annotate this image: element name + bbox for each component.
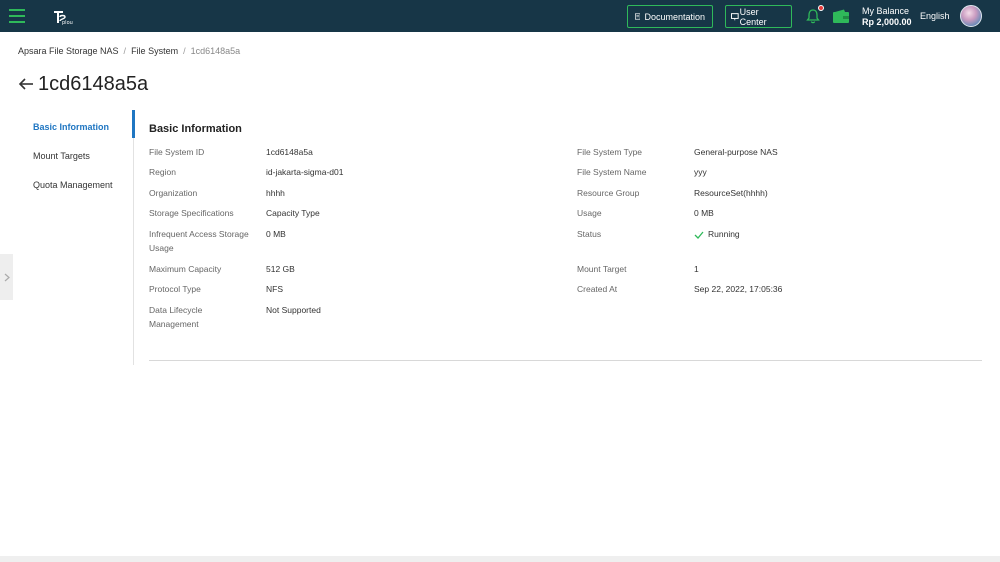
nav-item-quota-management[interactable]: Quota Management [33, 180, 113, 190]
field-label-file-system-type: File System Type [577, 147, 643, 157]
section-divider [149, 360, 982, 361]
field-value-infrequent-access-usage: 0 MB [266, 229, 286, 239]
expand-panel-handle[interactable] [0, 254, 13, 300]
field-label-protocol-type: Protocol Type [149, 284, 201, 294]
breadcrumb-item-file-system[interactable]: File System [131, 46, 178, 56]
nav-item-basic-information[interactable]: Basic Information [33, 122, 109, 132]
footer-strip [0, 556, 1000, 562]
status-text: Running [708, 229, 740, 239]
field-label-storage-specifications: Storage Specifications [149, 208, 234, 218]
balance-value: Rp 2,000.00 [862, 17, 912, 27]
field-label-organization: Organization [149, 188, 198, 198]
field-value-created-at: Sep 22, 2022, 17:05:36 [694, 284, 783, 294]
balance-display[interactable]: My Balance Rp 2,000.00 [862, 6, 912, 28]
menu-icon[interactable] [9, 9, 25, 23]
user-center-label: User Center [739, 6, 767, 27]
page-title: 1cd6148a5a [38, 73, 149, 95]
notification-badge [818, 5, 824, 11]
field-value-file-system-name: yyy [694, 167, 707, 177]
field-value-status: Running [694, 227, 740, 241]
field-label-data-lifecycle-management: Data Lifecycle Management [149, 305, 203, 329]
active-indicator [132, 110, 135, 138]
side-nav-divider [133, 110, 134, 365]
check-icon [694, 231, 704, 239]
top-bar: plou Documentation User Center My Balanc… [0, 0, 1000, 32]
breadcrumb-item-current: 1cd6148a5a [190, 46, 241, 56]
svg-text:plou: plou [62, 20, 73, 26]
wallet-icon[interactable] [832, 9, 850, 24]
field-value-file-system-id: 1cd6148a5a [266, 147, 313, 157]
field-label-mount-target: Mount Target [577, 264, 627, 274]
language-selector[interactable]: English [920, 11, 950, 21]
field-value-usage: 0 MB [694, 208, 714, 218]
breadcrumb-separator: / [183, 46, 186, 56]
field-value-organization: hhhh [266, 188, 285, 198]
field-label-resource-group: Resource Group [577, 188, 640, 198]
document-icon [635, 13, 641, 20]
field-label-infrequent-access-usage: Infrequent Access Storage Usage [149, 229, 249, 253]
chevron-right-icon [4, 273, 10, 281]
documentation-label: Documentation [644, 11, 705, 22]
breadcrumb: Apsara File Storage NAS / File System / 1cd6… [18, 46, 240, 56]
breadcrumb-separator: / [123, 46, 127, 56]
back-arrow-icon[interactable] [18, 77, 34, 91]
bell-icon[interactable] [806, 8, 820, 24]
field-value-resource-group: ResourceSet(hhhh) [694, 188, 768, 198]
brand-logo[interactable]: plou [52, 8, 74, 26]
balance-label: My Balance [862, 6, 910, 16]
field-value-mount-target: 1 [694, 264, 699, 274]
field-value-protocol-type: NFS [266, 284, 283, 294]
monitor-icon [731, 12, 739, 20]
field-label-status: Status [577, 229, 602, 239]
side-nav: Basic Information Mount Targets Quota Ma… [0, 110, 135, 365]
nav-item-mount-targets[interactable]: Mount Targets [33, 151, 90, 161]
breadcrumb-item-nas[interactable]: Apsara File Storage NAS [18, 46, 119, 56]
avatar[interactable] [960, 5, 982, 27]
field-value-storage-specifications: Capacity Type [266, 208, 320, 218]
documentation-button[interactable]: Documentation [627, 5, 713, 28]
field-label-usage: Usage [577, 208, 602, 218]
field-label-file-system-id: File System ID [149, 147, 205, 157]
field-value-region: id-jakarta-sigma-d01 [266, 167, 344, 177]
user-center-button[interactable]: User Center [725, 5, 792, 28]
field-label-created-at: Created At [577, 284, 618, 294]
field-value-data-lifecycle-management: Not Supported [266, 305, 321, 315]
field-value-file-system-type: General-purpose NAS [694, 147, 778, 157]
field-label-maximum-capacity: Maximum Capacity [149, 264, 222, 274]
section-title: Basic Information [149, 123, 242, 135]
field-label-region: Region [149, 167, 176, 177]
field-value-maximum-capacity: 512 GB [266, 264, 295, 274]
field-label-file-system-name: File System Name [577, 167, 647, 177]
